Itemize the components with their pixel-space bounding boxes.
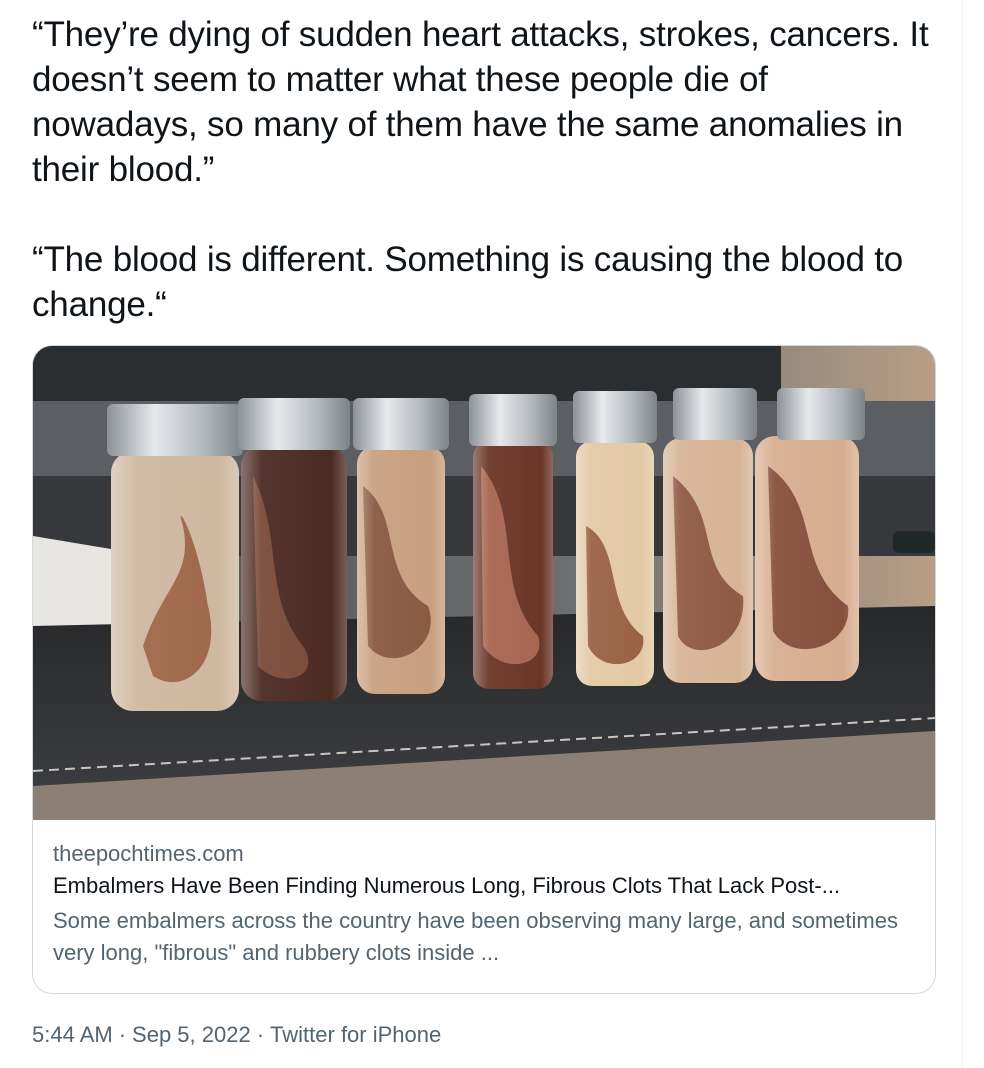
tweet-meta: 5:44 AM · Sep 5, 2022 · Twitter for iPhone	[32, 1018, 441, 1052]
card-image[interactable]	[33, 346, 935, 820]
card-body[interactable]: theepochtimes.com Embalmers Have Been Fi…	[53, 840, 915, 969]
tweet-source[interactable]: Twitter for iPhone	[270, 1022, 441, 1047]
tweet-date[interactable]: Sep 5, 2022	[132, 1022, 251, 1047]
vial	[663, 388, 757, 683]
meta-separator: ·	[118, 1022, 127, 1047]
vial	[469, 394, 557, 689]
card-domain: theepochtimes.com	[53, 841, 244, 866]
vial	[238, 398, 350, 701]
vial	[353, 398, 449, 694]
tweet-time[interactable]: 5:44 AM	[32, 1022, 113, 1047]
tweet: “They’re dying of sudden heart attacks, …	[0, 0, 963, 1068]
tweet-text: “They’re dying of sudden heart attacks, …	[32, 15, 929, 324]
vial	[573, 391, 657, 686]
link-card[interactable]: theepochtimes.com Embalmers Have Been Fi…	[32, 345, 936, 994]
vial	[107, 404, 243, 711]
card-description: Some embalmers across the country have b…	[53, 908, 898, 965]
meta-separator: ·	[256, 1022, 265, 1047]
card-title[interactable]: Embalmers Have Been Finding Numerous Lon…	[53, 869, 915, 903]
